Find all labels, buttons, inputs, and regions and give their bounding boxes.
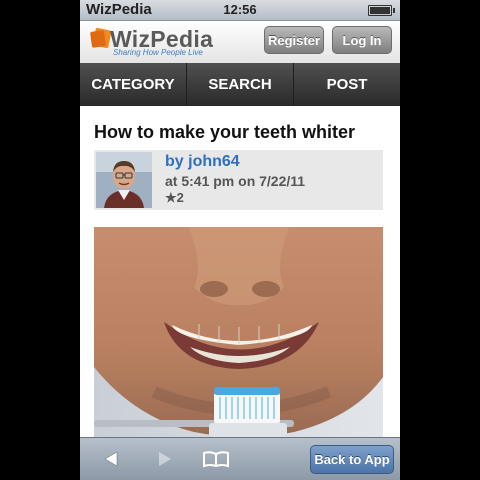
article-photo bbox=[94, 227, 383, 437]
post-date: at 5:41 pm on 7/22/11 bbox=[165, 173, 306, 189]
browser-toolbar: Back to App bbox=[80, 437, 400, 480]
tab-search[interactable]: SEARCH bbox=[187, 63, 294, 106]
back-to-app-button[interactable]: Back to App bbox=[310, 445, 394, 474]
author-link[interactable]: by john64 bbox=[165, 153, 240, 171]
forward-arrow-icon[interactable] bbox=[156, 450, 174, 468]
tab-category[interactable]: CATEGORY bbox=[80, 63, 187, 106]
clock: 12:56 bbox=[223, 2, 257, 17]
star-rating: ★2 bbox=[165, 190, 184, 205]
logo-tagline: Sharing How People Live bbox=[113, 48, 203, 57]
author-card: by john64 at 5:41 pm on 7/22/11 ★2 bbox=[94, 150, 383, 210]
tab-post[interactable]: POST bbox=[294, 63, 400, 106]
bookmarks-icon[interactable] bbox=[202, 450, 230, 468]
logo-icon bbox=[90, 27, 112, 49]
register-button[interactable]: Register bbox=[264, 26, 324, 54]
status-bar: WizPedia 12:56 bbox=[80, 0, 400, 21]
app-header: WizPedia Sharing How People Live Registe… bbox=[80, 21, 400, 64]
article-title: How to make your teeth whiter bbox=[94, 122, 356, 142]
back-arrow-icon[interactable] bbox=[102, 450, 120, 468]
author-avatar[interactable] bbox=[96, 152, 152, 208]
battery-icon bbox=[368, 5, 395, 16]
main-nav: CATEGORY SEARCH POST bbox=[80, 63, 400, 106]
app-screen: WizPedia 12:56 WizPedia Sharing How Peop… bbox=[80, 0, 400, 480]
login-button[interactable]: Log In bbox=[332, 26, 392, 54]
